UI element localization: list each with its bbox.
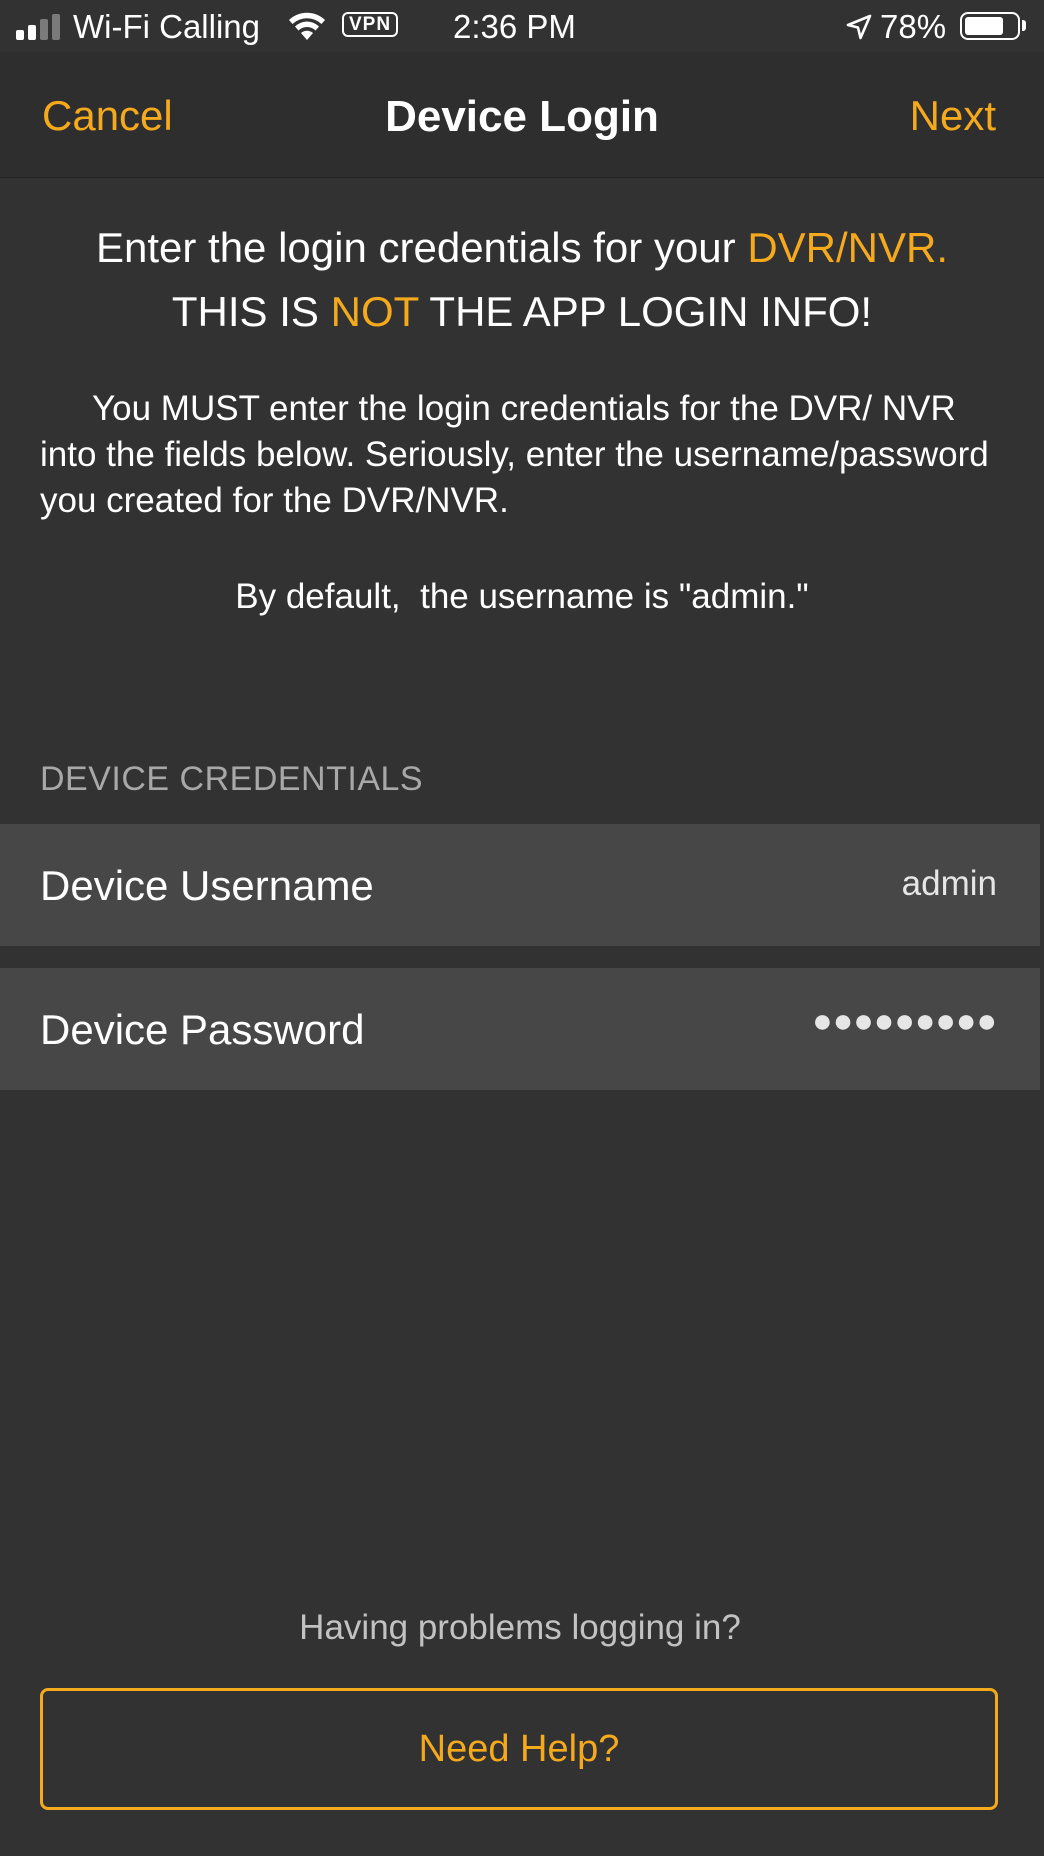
username-label: Device Username xyxy=(40,862,374,909)
cellular-signal-icon xyxy=(16,14,60,40)
carrier-label: Wi-Fi Calling xyxy=(73,8,261,45)
headline-line1-text: Enter the login credentials for your xyxy=(95,224,748,271)
password-row[interactable]: Device Password ●●●●●●●●● xyxy=(0,968,1040,1090)
help-prompt: Having problems logging in? xyxy=(299,1608,741,1647)
instructions-body: You MUST enter the login credentials for… xyxy=(40,389,989,520)
battery-percentage: 78% xyxy=(880,8,947,45)
credentials-section-header: DEVICE CREDENTIALS xyxy=(40,760,424,798)
status-bar: Wi-Fi Calling VPN 2:36 PM 78% xyxy=(0,0,1044,52)
username-field[interactable]: admin xyxy=(902,864,997,904)
wifi-icon xyxy=(289,12,325,40)
instructions-block: Enter the login credentials for your DVR… xyxy=(40,216,1004,620)
location-arrow-icon xyxy=(846,14,872,40)
password-field[interactable]: ●●●●●●●●● xyxy=(812,1002,997,1041)
need-help-button[interactable]: Need Help? xyxy=(40,1688,998,1810)
password-label: Device Password xyxy=(40,1006,365,1053)
clock: 2:36 PM xyxy=(453,8,576,45)
next-button[interactable]: Next xyxy=(910,92,996,140)
battery-icon xyxy=(960,12,1020,40)
vpn-badge: VPN xyxy=(342,12,399,37)
headline-dvr-highlight: DVR/NVR. xyxy=(747,224,949,271)
headline-line2-prefix: THIS IS xyxy=(171,288,331,335)
navigation-bar: Cancel Device Login Next xyxy=(0,52,1044,178)
battery-level-fill xyxy=(965,17,1003,35)
username-row[interactable]: Device Username admin xyxy=(0,824,1040,946)
instructions-headline: Enter the login credentials for your DVR… xyxy=(40,216,1004,344)
device-login-screen: Wi-Fi Calling VPN 2:36 PM 78% Cancel Dev… xyxy=(0,0,1044,1856)
default-username-note: By default, the username is "admin." xyxy=(235,577,809,616)
headline-line2-suffix: THE APP LOGIN INFO! xyxy=(418,288,873,335)
battery-cap xyxy=(1022,20,1026,31)
headline-not-highlight: NOT xyxy=(330,288,419,335)
page-title: Device Login xyxy=(385,92,659,141)
